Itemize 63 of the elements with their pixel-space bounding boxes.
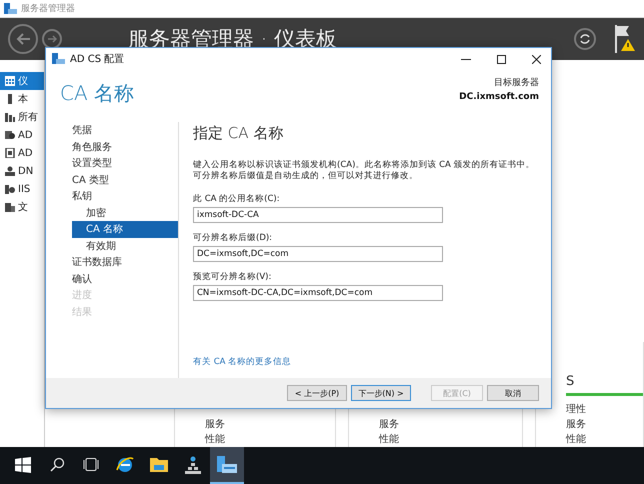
refresh-button[interactable] (574, 28, 596, 50)
tile-item[interactable]: 性能 (205, 432, 335, 447)
description-text: 键入公用名称以标识该证书颁发机构(CA)。此名称将添加到该 CA 颁发的所有证书中。可分辨名称后缀值是自动生成的，但可以对其进行修改。 (193, 160, 536, 183)
target-server-name: DC.ixmsoft.com (459, 92, 539, 102)
maximize-icon (496, 54, 506, 64)
notification-flag-icon[interactable] (614, 25, 636, 53)
nav-item[interactable]: 所有 (0, 108, 44, 126)
tile-heading: S (566, 374, 576, 389)
wizard-step[interactable]: 有效期 (72, 238, 178, 254)
browser-e-icon (116, 456, 134, 474)
nav-item[interactable]: DN (0, 162, 44, 180)
wizard-step[interactable]: 确认 (72, 270, 178, 287)
nav-item[interactable]: 本 (0, 90, 44, 108)
server-manager-icon (4, 2, 17, 14)
network-tree-icon (185, 456, 201, 474)
nav-item[interactable]: AD (0, 144, 44, 162)
wizard-button[interactable]: 取消 (487, 385, 539, 401)
task-view-icon (83, 458, 99, 471)
search-icon (50, 457, 64, 472)
servers-icon (5, 112, 15, 122)
nav-item[interactable]: IIS (0, 180, 44, 198)
grid-icon (5, 76, 15, 86)
tile-item[interactable]: 服务 (205, 417, 335, 432)
dialog-title: AD CS 配置 (70, 52, 126, 66)
back-arrow-icon (16, 33, 30, 45)
field-label: 预览可分辨名称(V): (193, 270, 272, 283)
field-label: 可分辨名称后缀(D): (193, 232, 274, 244)
wizard-step[interactable]: 角色服务 (72, 138, 178, 155)
wizard-step[interactable]: 凭据 (72, 122, 178, 138)
wizard-step[interactable]: 证书数据库 (72, 254, 178, 270)
input-field[interactable]: ixmsoft-DC-CA (193, 206, 443, 223)
wizard-step[interactable]: 加密 (72, 204, 178, 221)
minimize-icon (461, 58, 471, 60)
tile-item[interactable]: 理性 (566, 402, 643, 417)
nav-item[interactable]: 文 (0, 198, 44, 216)
server-icon (5, 94, 15, 104)
forward-arrow-icon (48, 35, 56, 43)
nav-item[interactable]: 仪 (0, 72, 44, 90)
tile-item[interactable]: 服务 (379, 417, 522, 432)
wizard-step[interactable]: CA 名称 (72, 221, 178, 238)
tile-item[interactable]: 性能 (379, 432, 522, 447)
close-icon (532, 54, 540, 64)
input-field[interactable]: DC=ixmsoft,DC=com (193, 246, 443, 262)
wizard-step[interactable]: CA 类型 (72, 172, 178, 188)
tile-item[interactable]: 服务 (566, 417, 643, 432)
input-field[interactable]: CN=ixmsoft-DC-CA,DC=ixmsoft,DC=com (193, 284, 443, 301)
wizard-step[interactable]: 设置类型 (72, 155, 178, 172)
taskbar-button[interactable] (210, 447, 244, 484)
dialog-heading: CA 名称 (60, 80, 134, 107)
page-heading: 指定 CA 名称 (193, 124, 284, 143)
tile-item[interactable]: 性能 (566, 432, 643, 447)
window-title: 服务器管理器 (21, 2, 75, 15)
server-manager-icon (217, 456, 237, 474)
wizard-step[interactable]: 私钥 (72, 188, 178, 204)
server-manager-icon (52, 53, 65, 65)
wizard-button[interactable]: < 上一步(P) (287, 385, 347, 401)
field-label: 此 CA 的公用名称(C): (193, 192, 281, 205)
nav-item[interactable]: AD (0, 126, 44, 144)
refresh-icon (579, 33, 591, 45)
windows-logo-icon (15, 456, 31, 472)
target-server-label: 目标服务器 (494, 76, 539, 89)
help-link[interactable]: 有关 CA 名称的更多信息 (193, 356, 537, 368)
wizard-button[interactable]: 下一步(N) > (351, 385, 411, 401)
